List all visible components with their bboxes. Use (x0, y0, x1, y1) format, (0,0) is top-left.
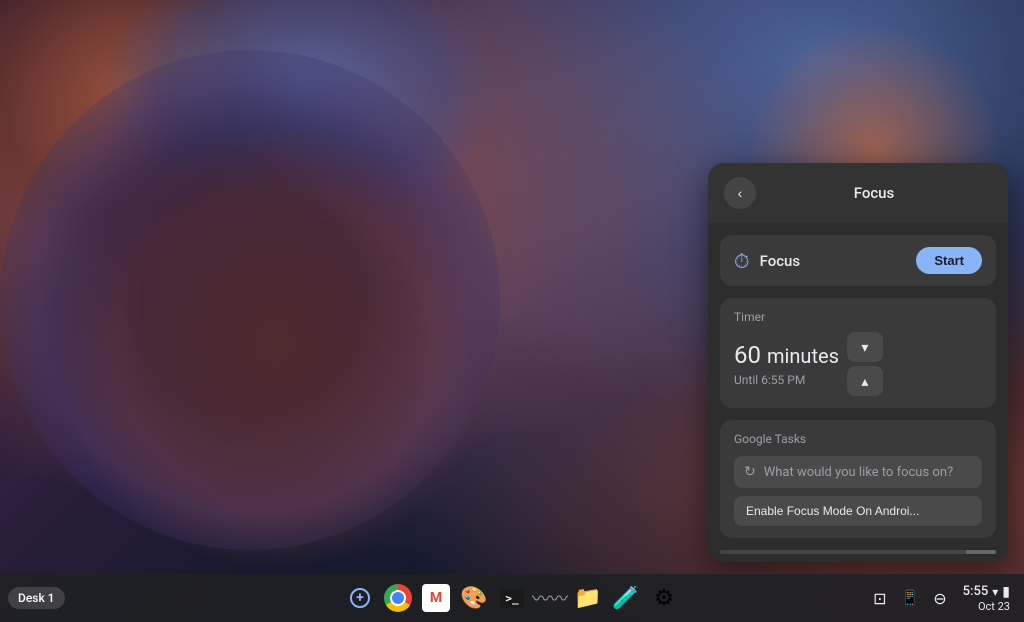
timer-increase-button[interactable]: ▴ (847, 366, 883, 396)
panel-header: ‹ Focus (708, 163, 1008, 223)
screenshot-tray-icon[interactable]: ⊡ (869, 585, 890, 612)
tasks-input-field[interactable]: ↻ What would you like to focus on? (734, 456, 982, 488)
audio-icon: 〰〰 (532, 585, 568, 611)
taskbar-app-newtab[interactable]: + (342, 580, 378, 616)
timer-value-row: 60 minutes (734, 341, 839, 369)
taskbar: Desk 1 + M 🎨 >_ 〰〰 📁 (0, 574, 1024, 622)
tasks-section: Google Tasks ↻ What would you like to fo… (720, 420, 996, 538)
clock-date: Oct 23 (978, 600, 1010, 613)
newtab-icon: + (350, 588, 370, 608)
scroll-indicator (720, 550, 996, 554)
tasks-input-placeholder: What would you like to focus on? (764, 465, 953, 480)
timer-section: Timer 60 minutes Until 6:55 PM ▾ ▴ (720, 298, 996, 408)
panel-title: Focus (756, 184, 992, 202)
timer-row: 60 minutes Until 6:55 PM ▾ ▴ (734, 332, 982, 396)
phone-tray-icon[interactable]: 📱 (897, 585, 924, 611)
focus-panel: ‹ Focus ⏱ Focus Start Timer 60 minutes U… (708, 163, 1008, 562)
taskbar-app-chrome[interactable] (380, 580, 416, 616)
start-button[interactable]: Start (916, 247, 982, 274)
time-display: 5:55 (963, 584, 989, 599)
timer-unit: minutes (767, 344, 839, 368)
chrome-icon (384, 584, 412, 612)
terminal-icon: >_ (500, 589, 523, 608)
screenshot-icon: ⊡ (873, 589, 886, 608)
phone-icon: 📱 (901, 589, 920, 607)
back-button[interactable]: ‹ (724, 177, 756, 209)
wifi-icon: ▾ (992, 585, 998, 599)
taskbar-app-settings[interactable]: ⚙ (646, 580, 682, 616)
timer-controls: ▾ ▴ (847, 332, 883, 396)
taskbar-app-files[interactable]: 📁 (570, 580, 606, 616)
tasks-input-icon: ↻ (744, 464, 756, 480)
taskbar-app-gmail[interactable]: M (418, 580, 454, 616)
timer-display: 60 minutes Until 6:55 PM (734, 341, 839, 387)
taskbar-app-photos[interactable]: 🎨 (456, 580, 492, 616)
timer-minutes: 60 (734, 341, 761, 369)
enable-focus-mode-button[interactable]: Enable Focus Mode On Androi... (734, 496, 982, 526)
files-icon: 📁 (574, 586, 601, 611)
battery-icon: ▮ (1002, 584, 1010, 600)
taskbar-app-terminal[interactable]: >_ (494, 580, 530, 616)
chevron-up-icon: ▴ (861, 373, 868, 390)
chevron-down-icon: ▾ (861, 339, 868, 356)
gmail-icon: M (422, 584, 450, 612)
clock-time: 5:55 ▾ ▮ (963, 584, 1010, 600)
taskbar-center: + M 🎨 >_ 〰〰 📁 🧪 ⚙ (342, 580, 682, 616)
clock-area[interactable]: 5:55 ▾ ▮ Oct 23 (957, 582, 1016, 615)
timer-until: Until 6:55 PM (734, 373, 839, 387)
desk-pill[interactable]: Desk 1 (8, 587, 65, 609)
photos-icon: 🎨 (460, 586, 487, 611)
lab-icon: 🧪 (612, 586, 639, 611)
settings-icon: ⚙ (654, 586, 674, 611)
tasks-label: Google Tasks (734, 432, 982, 446)
taskbar-app-lab[interactable]: 🧪 (608, 580, 644, 616)
timer-label: Timer (734, 310, 982, 324)
dnd-icon: ⊖ (933, 589, 946, 608)
scroll-thumb (966, 550, 996, 554)
focus-row: ⏱ Focus Start (734, 247, 982, 274)
focus-timer-icon: ⏱ (734, 249, 750, 273)
focus-card-label: Focus (760, 252, 907, 270)
taskbar-app-audio[interactable]: 〰〰 (532, 580, 568, 616)
taskbar-right: ⊡ 📱 ⊖ 5:55 ▾ ▮ Oct 23 (869, 582, 1016, 615)
blob-4 (50, 122, 500, 572)
taskbar-left: Desk 1 (8, 587, 65, 609)
timer-decrease-button[interactable]: ▾ (847, 332, 883, 362)
focus-card: ⏱ Focus Start (720, 235, 996, 286)
dnd-tray-icon[interactable]: ⊖ (929, 585, 950, 612)
